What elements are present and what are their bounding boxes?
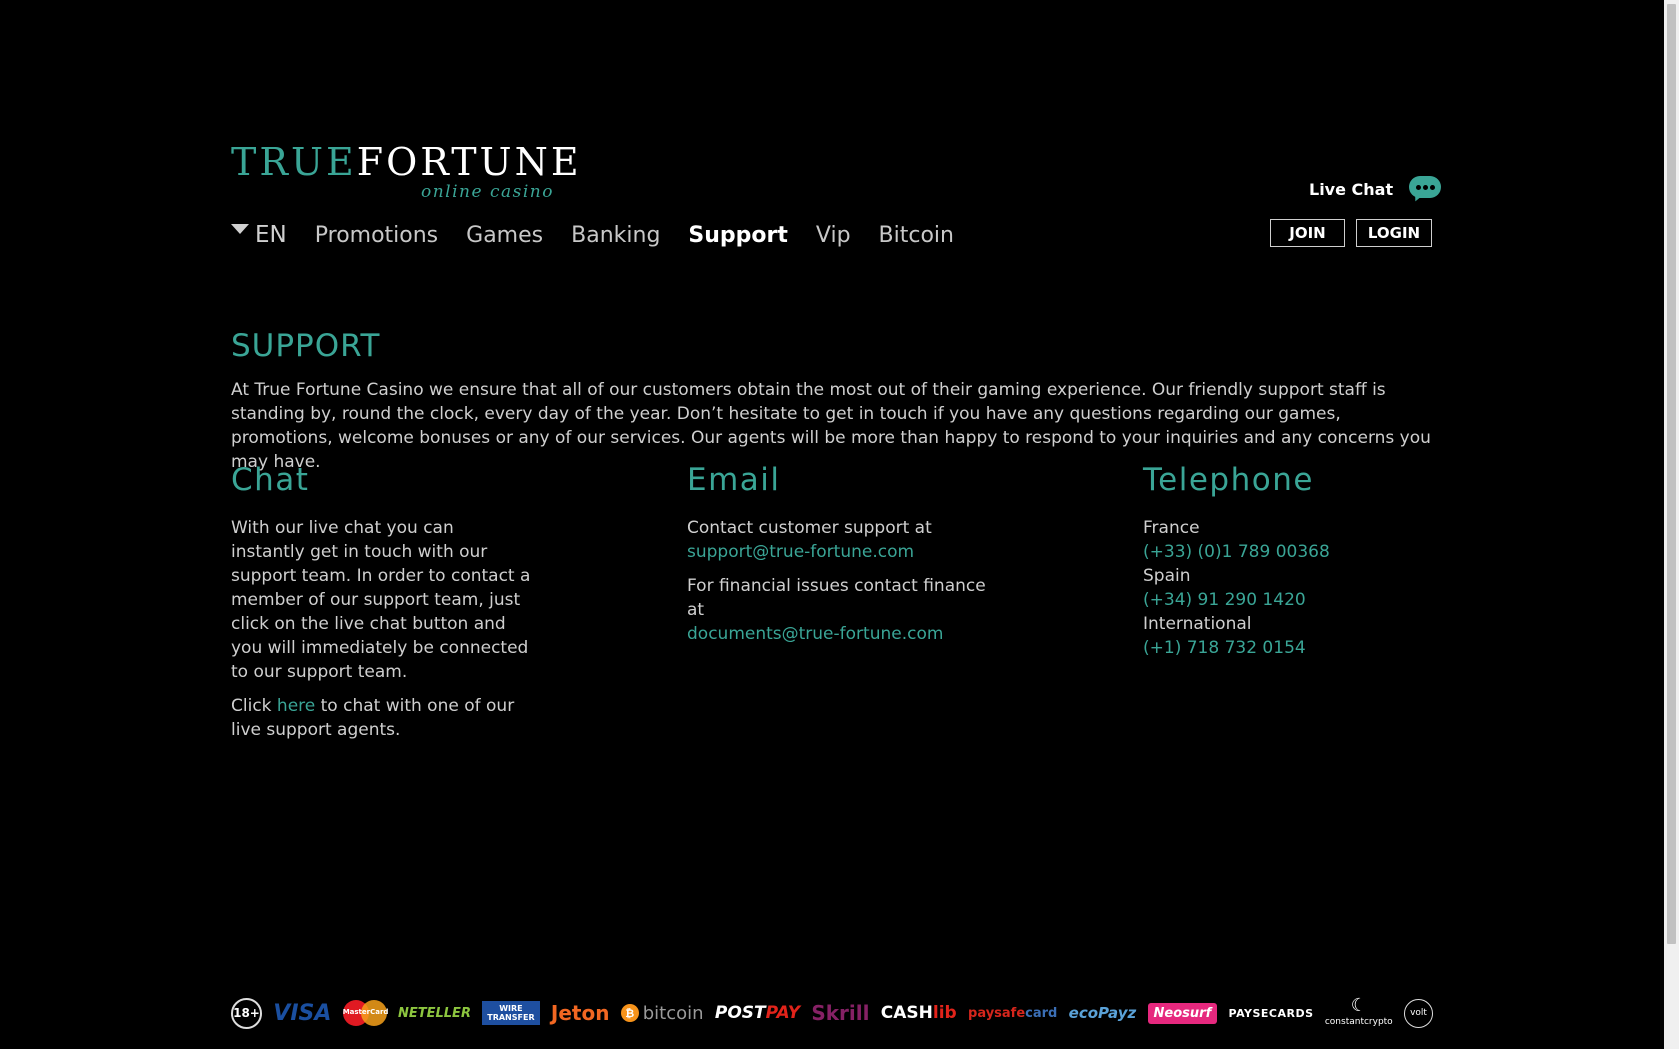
chat-click-text: Click here to chat with one of our live … — [231, 694, 531, 742]
language-label: EN — [255, 222, 287, 248]
nav-item-games[interactable]: Games — [466, 223, 543, 248]
postpay-b: PAY — [765, 1003, 801, 1023]
support-intro: At True Fortune Casino we ensure that al… — [231, 380, 1431, 472]
paysafe-a: paysafe — [968, 1005, 1026, 1021]
chat-heading: Chat — [231, 462, 310, 498]
finance-email-link[interactable]: documents@true-fortune.com — [687, 624, 943, 644]
email-section: Email Contact customer support at support… — [687, 462, 987, 656]
phone-number-france[interactable]: (+33) (0)1 789 00368 — [1143, 542, 1330, 562]
scrollbar[interactable] — [1664, 0, 1679, 1049]
live-chat-button[interactable]: Live Chat — [1309, 176, 1442, 204]
telephone-heading: Telephone — [1143, 462, 1314, 498]
email-heading: Email — [687, 462, 781, 498]
age-18-icon: 18+ — [231, 997, 262, 1029]
language-selector[interactable]: EN — [231, 222, 287, 248]
phone-country-spain: Spain — [1143, 566, 1191, 586]
neosurf-logo: Neosurf — [1147, 1002, 1218, 1024]
wire-line2: TRANSFER — [487, 1013, 535, 1022]
live-chat-label: Live Chat — [1309, 179, 1394, 199]
telephone-section: Telephone France (+33) (0)1 789 00368 Sp… — [1143, 462, 1443, 660]
support-email-link[interactable]: support@true-fortune.com — [687, 542, 914, 562]
logo-tagline: online casino — [421, 182, 554, 202]
constantcrypto-logo: ☾ constantcrypto — [1325, 997, 1393, 1029]
wire-line1: WIRE — [499, 1004, 523, 1013]
chat-bubble-icon — [1409, 176, 1442, 204]
visa-logo: VISA — [273, 1000, 332, 1026]
mastercard-logo: MasterCard — [342, 1000, 389, 1026]
cashlib-a: CASH — [880, 1003, 933, 1023]
cashlib-b: lib — [932, 1003, 957, 1023]
phone-number-international[interactable]: (+1) 718 732 0154 — [1143, 638, 1306, 658]
ecopayz-logo: ecoPayz — [1068, 1004, 1137, 1022]
jeton-logo: Jeton — [550, 1001, 610, 1025]
nav-item-bitcoin[interactable]: Bitcoin — [879, 223, 954, 248]
logo-word-true: TRUE — [231, 140, 357, 184]
email-support-text: Contact customer support at support@true-… — [687, 516, 987, 564]
nav-item-support[interactable]: Support — [688, 223, 787, 248]
join-button[interactable]: JOIN — [1270, 219, 1345, 247]
postpay-logo: POSTPAY — [715, 1003, 800, 1023]
chat-here-link[interactable]: here — [277, 696, 315, 716]
phone-country-france: France — [1143, 518, 1200, 538]
neteller-logo: NETELLER — [397, 1005, 471, 1021]
scrollbar-thumb[interactable] — [1667, 4, 1676, 944]
payment-methods: 18+ VISA MasterCard NETELLER WIRE TRANSFE… — [231, 995, 1433, 1031]
main-nav: EN Promotions Games Banking Support Vip … — [231, 222, 982, 248]
chat-section: Chat With our live chat you can instantl… — [231, 462, 531, 752]
phone-number-spain[interactable]: (+34) 91 290 1420 — [1143, 590, 1306, 610]
logo-word-fortune: FORTUNE — [356, 140, 582, 184]
nav-item-promotions[interactable]: Promotions — [315, 223, 438, 248]
crescent-icon: ☾ — [1350, 995, 1367, 1016]
true-fortune-logo[interactable]: TRUEFORTUNE online casino — [231, 142, 582, 202]
email-finance-text: For financial issues contact finance at d… — [687, 574, 987, 646]
caret-down-icon — [231, 224, 249, 234]
email-finance-label: For financial issues contact finance at — [687, 576, 986, 620]
postpay-a: POST — [714, 1003, 766, 1023]
phone-country-international: International — [1143, 614, 1252, 634]
logo-wordmark: TRUEFORTUNE — [231, 142, 582, 182]
bitcoin-text: bitcoin — [642, 1002, 704, 1024]
skrill-logo: Skrill — [811, 1001, 870, 1025]
nav-item-banking[interactable]: Banking — [571, 223, 660, 248]
constantcrypto-text: constantcrypto — [1324, 1017, 1393, 1027]
wire-transfer-logo: WIRE TRANSFER — [482, 1001, 540, 1025]
paysafe-b: card — [1025, 1005, 1058, 1021]
login-button[interactable]: LOGIN — [1356, 219, 1432, 247]
bitcoin-icon: ₿ — [620, 1004, 639, 1022]
page-title: SUPPORT — [231, 328, 381, 364]
paysafecard-logo: paysafecard — [968, 1006, 1057, 1021]
mastercard-text: MasterCard — [342, 1008, 389, 1016]
nav-item-vip[interactable]: Vip — [816, 223, 851, 248]
chat-text: With our live chat you can instantly get… — [231, 518, 531, 682]
email-support-label: Contact customer support at — [687, 518, 932, 538]
volt-logo: volt — [1404, 998, 1433, 1028]
cashlib-logo: CASHlib — [881, 1003, 957, 1023]
chat-click-prefix: Click — [231, 696, 277, 716]
paysecards-logo: PAYSECARDS — [1228, 1006, 1314, 1020]
bitcoin-logo: ₿ bitcoin — [620, 1002, 704, 1024]
